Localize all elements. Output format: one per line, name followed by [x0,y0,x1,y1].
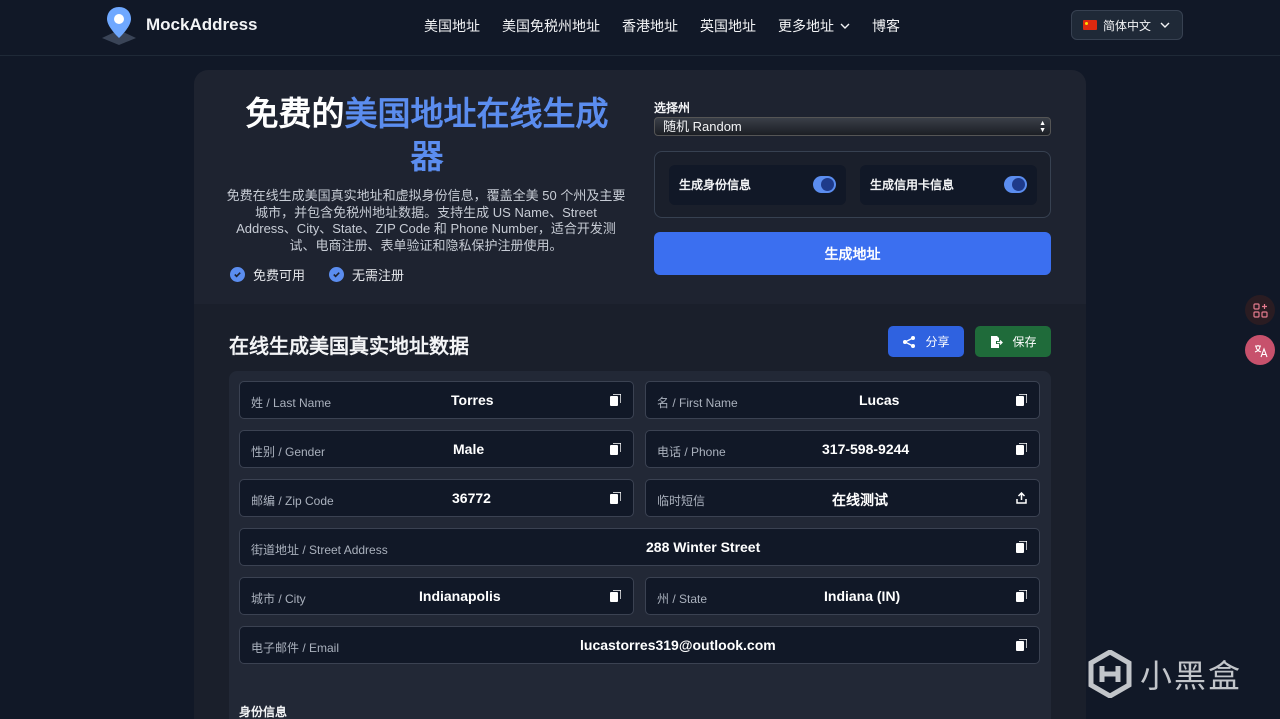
watermark: 小黑盒 [1088,650,1242,698]
badge-no-signup-label: 无需注册 [352,268,405,283]
field-label: 电话 / Phone [657,445,726,459]
field-value[interactable]: Lucas [859,392,899,408]
field-value-link[interactable]: 在线测试 [832,490,888,510]
brand-logo-link[interactable]: MockAddress [98,4,257,46]
watermark-text: 小黑盒 [1140,657,1243,695]
copy-icon[interactable] [1016,394,1027,406]
nav-blog[interactable]: 博客 [872,16,900,36]
field-label: 街道地址 / Street Address [251,543,388,557]
field-label: 姓 / Last Name [251,396,332,410]
field-value[interactable]: Indiana (IN) [824,588,900,604]
nav-hk-address[interactable]: 香港地址 [622,16,678,36]
save-button[interactable]: 保存 [975,326,1051,357]
field-city: 城市 / City Indianapolis [239,577,634,615]
xiaoheihe-logo-icon [1088,650,1132,698]
field-value[interactable]: Male [453,441,484,457]
copy-icon[interactable] [610,394,621,406]
field-first-name: 名 / First Name Lucas [645,381,1040,419]
copy-icon[interactable] [610,492,621,504]
field-phone: 电话 / Phone 317-598-9244 [645,430,1040,468]
generate-address-button[interactable]: 生成地址 [654,232,1051,275]
creditcard-toggle-card[interactable]: 生成信用卡信息 [860,165,1037,205]
results-section: 在线生成美国真实地址数据 分享 保存 姓 / Last Name Torres … [194,304,1086,719]
creditcard-toggle-label: 生成信用卡信息 [870,178,955,192]
page-title: 免费的美国地址在线生成器 [222,92,632,178]
field-value[interactable]: Indianapolis [419,588,501,604]
field-value[interactable]: 317-598-9244 [822,441,909,457]
nav-uk-address[interactable]: 英国地址 [700,16,756,36]
field-last-name: 姓 / Last Name Torres [239,381,634,419]
brand-name: MockAddress [146,15,258,34]
ai-assistant-button[interactable] [1245,295,1275,325]
export-file-icon [991,335,1004,348]
state-select-value: 随机 Random [663,119,742,134]
check-circle-icon [230,267,245,282]
nav-us-address[interactable]: 美国地址 [424,16,480,36]
copy-icon[interactable] [610,590,621,602]
field-label: 名 / First Name [657,396,738,410]
field-label: 州 / State [657,592,708,606]
badge-free: 免费可用 [230,265,305,284]
copy-icon[interactable] [1016,443,1027,455]
language-label: 简体中文 [1103,18,1152,33]
hero-description: 免费在线生成美国真实地址和虚拟身份信息，覆盖全美 50 个州及主要城市，并包含免… [226,188,626,253]
translate-button[interactable] [1245,335,1275,365]
external-share-icon[interactable] [1016,492,1027,504]
feature-badges: 免费可用 无需注册 [230,265,428,284]
field-label: 电子邮件 / Email [251,641,340,655]
title-suffix: 器 [410,138,444,175]
nav-more-addresses[interactable]: 更多地址 [778,16,850,36]
field-email: 电子邮件 / Email lucastorres319@outlook.com [239,626,1040,664]
field-label: 邮编 / Zip Code [251,494,334,508]
field-gender: 性别 / Gender Male [239,430,634,468]
identity-toggle-switch[interactable] [813,176,836,193]
field-street-address: 街道地址 / Street Address 288 Winter Street [239,528,1040,566]
translate-icon [1254,344,1268,357]
language-selector[interactable]: 简体中文 [1071,10,1183,40]
copy-icon[interactable] [1016,541,1027,553]
nav-more-label: 更多地址 [778,18,834,34]
china-flag-icon [1083,20,1097,30]
title-prefix: 免费的 [245,95,345,132]
title-highlight: 美国地址在线生成 [344,95,609,132]
identity-toggle-card[interactable]: 生成身份信息 [669,165,846,205]
field-value[interactable]: lucastorres319@outlook.com [580,637,776,653]
chevron-down-icon [840,23,850,29]
map-pin-logo-icon [102,7,136,45]
select-arrows-icon: ▲ ▼ [1039,120,1046,134]
hero-section: 免费的美国地址在线生成器 免费在线生成美国真实地址和虚拟身份信息，覆盖全美 50… [194,70,1086,304]
field-label: 性别 / Gender [251,445,326,459]
save-label: 保存 [1012,335,1037,349]
main-nav: 美国地址 美国免税州地址 香港地址 英国地址 更多地址 博客 [424,16,922,36]
field-value[interactable]: Torres [451,392,494,408]
copy-icon[interactable] [1016,590,1027,602]
results-title: 在线生成美国真实地址数据 [229,336,469,358]
share-button[interactable]: 分享 [888,326,964,357]
field-value[interactable]: 36772 [452,490,491,506]
nav-us-taxfree[interactable]: 美国免税州地址 [502,16,600,36]
top-navbar: MockAddress 美国地址 美国免税州地址 香港地址 英国地址 更多地址 … [0,0,1280,56]
state-select-label: 选择州 [654,101,691,115]
field-zip-code: 邮编 / Zip Code 36772 [239,479,634,517]
copy-icon[interactable] [1016,639,1027,651]
state-select[interactable]: 随机 Random ▲ ▼ [654,117,1051,136]
share-label: 分享 [925,335,950,349]
creditcard-toggle-switch[interactable] [1004,176,1027,193]
chevron-down-icon [1160,22,1170,28]
options-panel: 生成身份信息 生成信用卡信息 [654,151,1051,218]
field-state: 州 / State Indiana (IN) [645,577,1040,615]
field-label: 临时短信 [657,494,706,508]
badge-no-signup: 无需注册 [329,265,404,284]
share-icon [903,335,916,348]
badge-free-label: 免费可用 [253,268,306,283]
sparkle-grid-icon [1252,302,1268,318]
field-temp-sms: 临时短信 在线测试 [645,479,1040,517]
field-value[interactable]: 288 Winter Street [646,539,760,555]
identity-section-title: 身份信息 [239,705,288,719]
field-label: 城市 / City [251,592,306,606]
identity-toggle-label: 生成身份信息 [679,178,752,192]
address-data-panel: 姓 / Last Name Torres 名 / First Name Luca… [229,371,1051,719]
check-circle-icon [329,267,345,282]
copy-icon[interactable] [610,443,621,455]
